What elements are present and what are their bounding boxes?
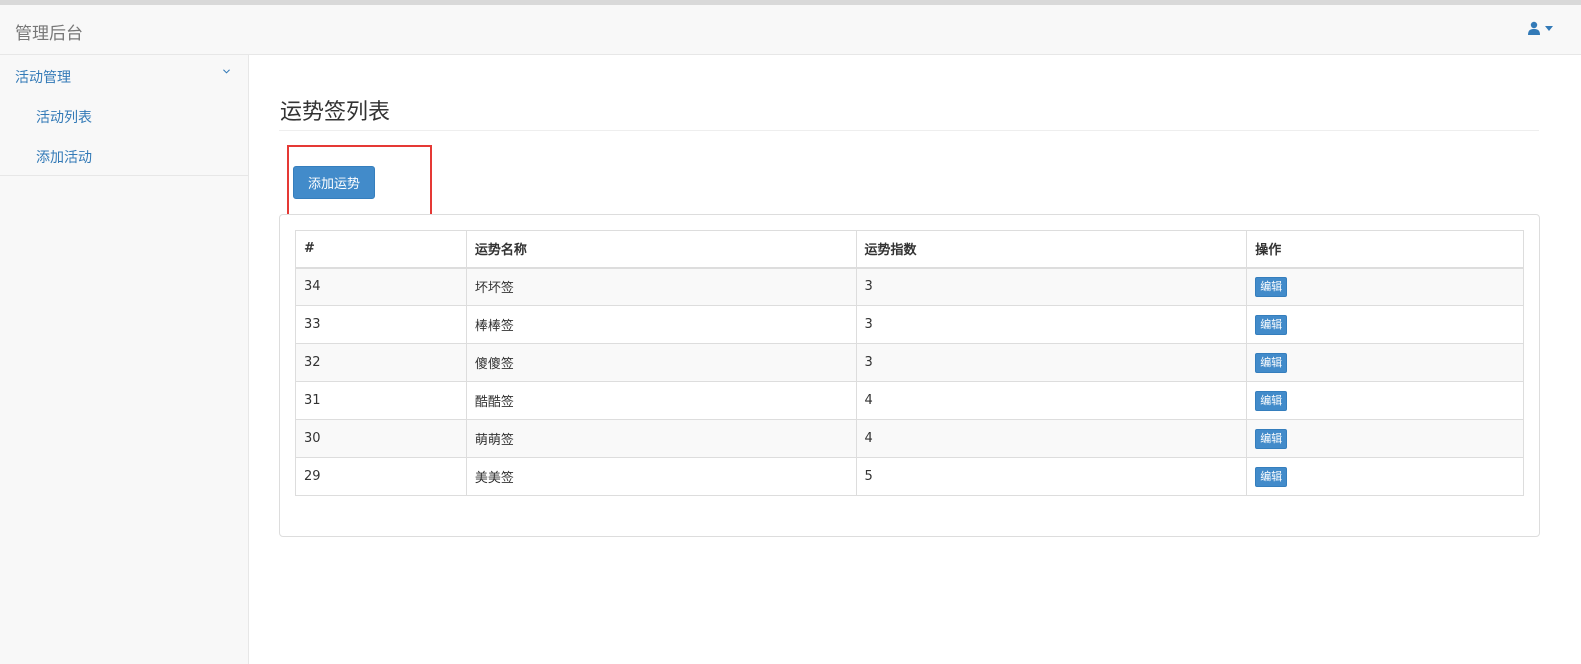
- cell-action: 编辑: [1246, 343, 1524, 382]
- cell-id: 34: [295, 267, 467, 306]
- user-icon: [1528, 21, 1540, 35]
- cell-action: 编辑: [1246, 381, 1524, 420]
- cell-action: 编辑: [1246, 457, 1524, 496]
- sidebar-group-activity[interactable]: 活动管理: [0, 55, 248, 95]
- title-divider: [279, 130, 1539, 131]
- edit-button[interactable]: 编辑: [1255, 314, 1288, 335]
- brand-title[interactable]: 管理后台: [15, 19, 83, 44]
- cell-name: 酷酷签: [465, 381, 857, 420]
- cell-id: 32: [295, 343, 467, 382]
- add-fortune-button[interactable]: 添加运势: [293, 166, 375, 199]
- top-navbar: 管理后台: [0, 5, 1581, 55]
- table-row: 32 傻傻签 3 编辑: [295, 343, 1524, 382]
- column-header-id: #: [295, 230, 467, 269]
- sidebar-divider: [0, 175, 248, 176]
- sidebar-item-activity-list[interactable]: 活动列表: [36, 107, 92, 127]
- edit-button[interactable]: 编辑: [1255, 390, 1288, 411]
- table-row: 30 萌萌签 4 编辑: [295, 419, 1524, 458]
- chevron-down-icon[interactable]: [223, 68, 230, 75]
- cell-name: 萌萌签: [465, 419, 857, 458]
- column-header-name: 运势名称: [465, 230, 857, 269]
- table-row: 29 美美签 5 编辑: [295, 457, 1524, 496]
- caret-down-icon: [1545, 25, 1553, 31]
- cell-index: 3: [855, 305, 1248, 344]
- cell-id: 29: [295, 457, 467, 496]
- user-menu-toggle[interactable]: [1528, 21, 1553, 35]
- table-header-row: # 运势名称 运势指数 操作: [295, 230, 1524, 269]
- sidebar-group-label[interactable]: 活动管理: [15, 67, 71, 87]
- cell-index: 5: [855, 457, 1248, 496]
- page-title: 运势签列表: [280, 100, 391, 125]
- table-row: 34 坏坏签 3 编辑: [295, 267, 1524, 306]
- table-row: 31 酷酷签 4 编辑: [295, 381, 1524, 420]
- cell-id: 31: [295, 381, 467, 420]
- sidebar: 活动管理 活动列表 添加活动: [0, 55, 249, 664]
- column-header-index: 运势指数: [855, 230, 1248, 269]
- cell-index: 3: [855, 343, 1248, 382]
- cell-action: 编辑: [1246, 419, 1524, 458]
- cell-name: 坏坏签: [465, 267, 857, 306]
- cell-id: 30: [295, 419, 467, 458]
- edit-button[interactable]: 编辑: [1255, 352, 1288, 373]
- edit-button[interactable]: 编辑: [1255, 428, 1288, 449]
- cell-index: 4: [855, 419, 1248, 458]
- cell-action: 编辑: [1246, 305, 1524, 344]
- cell-index: 4: [855, 381, 1248, 420]
- edit-button[interactable]: 编辑: [1255, 466, 1288, 487]
- cell-name: 美美签: [465, 457, 857, 496]
- sidebar-item-add-activity[interactable]: 添加活动: [36, 147, 92, 167]
- column-header-action: 操作: [1246, 230, 1524, 269]
- cell-index: 3: [855, 267, 1248, 306]
- cell-action: 编辑: [1246, 267, 1524, 306]
- cell-id: 33: [295, 305, 467, 344]
- table-row: 33 棒棒签 3 编辑: [295, 305, 1524, 344]
- edit-button[interactable]: 编辑: [1255, 276, 1288, 297]
- cell-name: 棒棒签: [465, 305, 857, 344]
- fortune-table: # 运势名称 运势指数 操作 34 坏坏签 3 编辑 33 棒棒签 3 编辑 3…: [295, 230, 1524, 496]
- cell-name: 傻傻签: [465, 343, 857, 382]
